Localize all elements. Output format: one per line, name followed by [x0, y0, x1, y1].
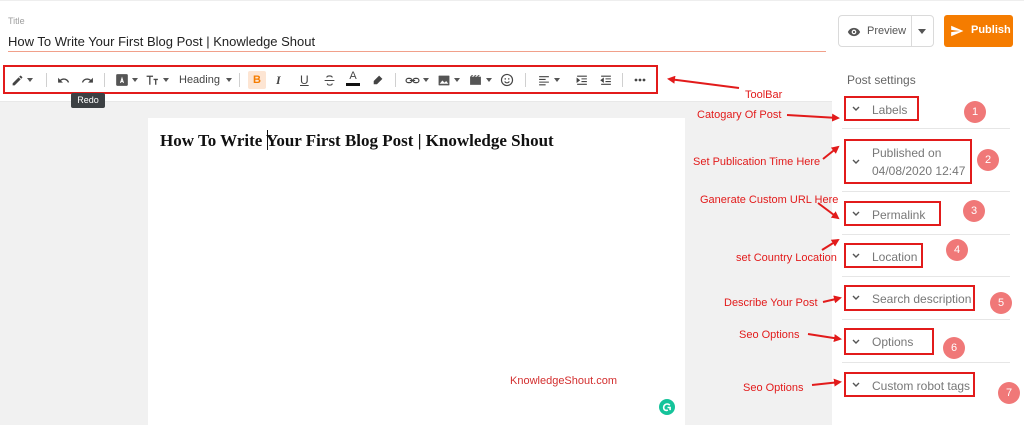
text-cursor	[267, 130, 268, 150]
chevron-down-icon	[852, 253, 860, 258]
settings-item-label: Custom robot tags	[872, 379, 971, 393]
chevron-down-icon	[852, 106, 860, 111]
divider	[842, 128, 1010, 129]
published-label: Published on	[872, 146, 942, 160]
divider	[842, 234, 1010, 235]
chevron-down-icon[interactable]	[918, 29, 926, 34]
divider	[842, 191, 1010, 192]
number-badge: 2	[977, 149, 999, 171]
eye-icon	[847, 27, 861, 37]
chevron-down-icon	[852, 159, 860, 164]
preview-label: Preview	[867, 25, 907, 37]
annotation-options: Seo Options	[739, 329, 800, 341]
preview-button[interactable]: Preview	[838, 15, 934, 47]
annotation-search: Describe Your Post	[724, 297, 818, 309]
published-date: 04/08/2020 12:47	[872, 164, 966, 178]
divider	[842, 362, 1010, 363]
settings-item-label: Permalink	[872, 208, 926, 222]
number-badge: 6	[943, 337, 965, 359]
settings-item-permalink[interactable]: Permalink	[844, 201, 941, 226]
settings-item-search-description[interactable]: Search description	[844, 285, 975, 311]
settings-item-label: Search description	[872, 292, 972, 306]
divider	[842, 319, 1010, 320]
watermark: KnowledgeShout.com	[510, 375, 618, 387]
settings-item-label: Location	[872, 250, 918, 264]
number-badge: 3	[963, 200, 985, 222]
grammarly-icon[interactable]	[659, 399, 675, 415]
annotation-permalink: Ganerate Custom URL Here	[700, 194, 839, 206]
content-heading[interactable]: How To Write Your First Blog Post | Know…	[160, 131, 554, 151]
number-badge: 7	[998, 382, 1020, 404]
toolbar-highlight-box	[3, 65, 658, 94]
annotation-toolbar: ToolBar	[745, 89, 783, 101]
title-input[interactable]: How To Write Your First Blog Post | Know…	[8, 34, 315, 49]
chevron-down-icon	[852, 382, 860, 387]
post-settings-title: Post settings	[847, 73, 916, 87]
publish-button[interactable]: Publish	[944, 15, 1013, 47]
annotation-robots: Seo Options	[743, 382, 804, 394]
publish-label: Publish	[971, 24, 1011, 36]
title-underline	[8, 51, 826, 52]
settings-item-labels[interactable]: Labels	[844, 96, 919, 121]
preview-divider	[911, 16, 912, 46]
chevron-down-icon	[852, 211, 860, 216]
redo-tooltip: Redo	[71, 93, 105, 108]
title-label: Title	[8, 16, 25, 26]
send-icon	[951, 25, 964, 37]
annotation-labels: Catogary Of Post	[697, 109, 782, 121]
divider	[842, 276, 1010, 277]
settings-item-custom-robot-tags[interactable]: Custom robot tags	[844, 372, 975, 397]
annotation-published: Set Publication Time Here	[693, 156, 821, 168]
chevron-down-icon	[852, 339, 860, 344]
chevron-down-icon	[852, 295, 860, 300]
settings-item-options[interactable]: Options	[844, 328, 934, 355]
settings-item-label: Labels	[872, 103, 908, 117]
settings-item-published[interactable]: Published on 04/08/2020 12:47	[844, 139, 972, 184]
settings-item-label: Options	[872, 335, 914, 349]
settings-item-location[interactable]: Location	[844, 243, 923, 268]
number-badge: 1	[964, 101, 986, 123]
number-badge: 5	[990, 292, 1012, 314]
number-badge: 4	[946, 239, 968, 261]
annotation-location: set Country Location	[736, 252, 837, 264]
